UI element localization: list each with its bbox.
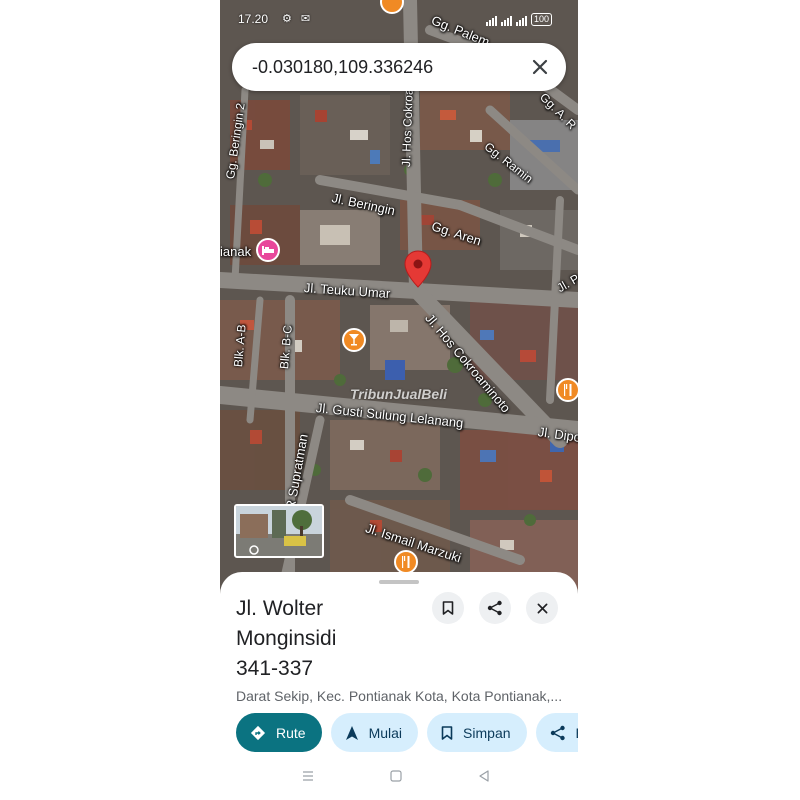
signal-icons: 100: [485, 13, 552, 26]
share-icon: [487, 600, 502, 616]
navigation-arrow-icon: [345, 725, 358, 740]
cell-signal-icon: [515, 16, 527, 26]
search-bar[interactable]: -0.030180,109.336246: [232, 43, 566, 91]
route-button[interactable]: Rute: [236, 713, 322, 752]
bookmark-icon: [442, 601, 454, 615]
bookmark-button[interactable]: [432, 592, 464, 624]
place-title-line: Monginsidi: [236, 627, 337, 650]
phone-screen: Gg. Palem Jl. Hos Cokroaminoto Gg. Berin…: [220, 0, 578, 800]
bookmark-icon: [441, 725, 453, 740]
system-notification-icons: ⚙ ✉: [282, 13, 314, 25]
restaurant-poi-icon[interactable]: [556, 378, 578, 402]
place-title-line: Jl. Wolter: [236, 597, 324, 620]
status-time: 17.20: [238, 12, 269, 26]
wifi-signal-icon: [485, 16, 497, 26]
share-button[interactable]: [479, 592, 511, 624]
clear-search-button[interactable]: [520, 47, 560, 87]
location-pin-icon[interactable]: [404, 250, 432, 293]
action-chips: Rute Mulai Simpan B: [236, 713, 578, 752]
back-icon[interactable]: [478, 770, 490, 782]
status-bar: 17.20 ⚙ ✉ 100: [220, 10, 578, 30]
place-title-line: 341-337: [236, 657, 314, 680]
sheet-actions: [432, 592, 558, 624]
cell-signal-icon: [500, 16, 512, 26]
street-label: ianak: [220, 244, 252, 259]
start-navigation-button[interactable]: Mulai: [330, 713, 419, 752]
battery-icon: 100: [530, 13, 552, 26]
recent-apps-icon[interactable]: [302, 770, 314, 782]
place-address: Darat Sekip, Kec. Pontianak Kota, Kota P…: [236, 688, 563, 704]
place-title: Jl. Wolter Monginsidi 341-337: [236, 594, 436, 684]
save-button[interactable]: Simpan: [427, 713, 527, 752]
share-icon: [550, 725, 565, 740]
close-icon: [532, 59, 548, 75]
satellite-map[interactable]: Gg. Palem Jl. Hos Cokroaminoto Gg. Berin…: [220, 0, 578, 600]
street-view-thumbnail[interactable]: [234, 504, 324, 558]
save-label: Simpan: [463, 724, 511, 741]
directions-icon: [250, 725, 266, 740]
home-icon[interactable]: [390, 770, 402, 782]
route-label: Rute: [276, 724, 306, 741]
start-label: Mulai: [368, 724, 403, 741]
drag-handle[interactable]: [379, 580, 419, 584]
share-chip-button[interactable]: B: [535, 713, 578, 752]
share-label: B: [576, 725, 578, 741]
watermark: TribunJualBeli: [350, 386, 447, 402]
bar-poi-icon[interactable]: [342, 328, 366, 352]
close-sheet-button[interactable]: [526, 592, 558, 624]
restaurant-poi-icon[interactable]: [394, 550, 418, 574]
search-input[interactable]: -0.030180,109.336246: [252, 57, 520, 78]
system-navigation-bar: [220, 762, 578, 792]
close-icon: [537, 603, 547, 613]
hotel-poi-icon[interactable]: [256, 238, 280, 262]
